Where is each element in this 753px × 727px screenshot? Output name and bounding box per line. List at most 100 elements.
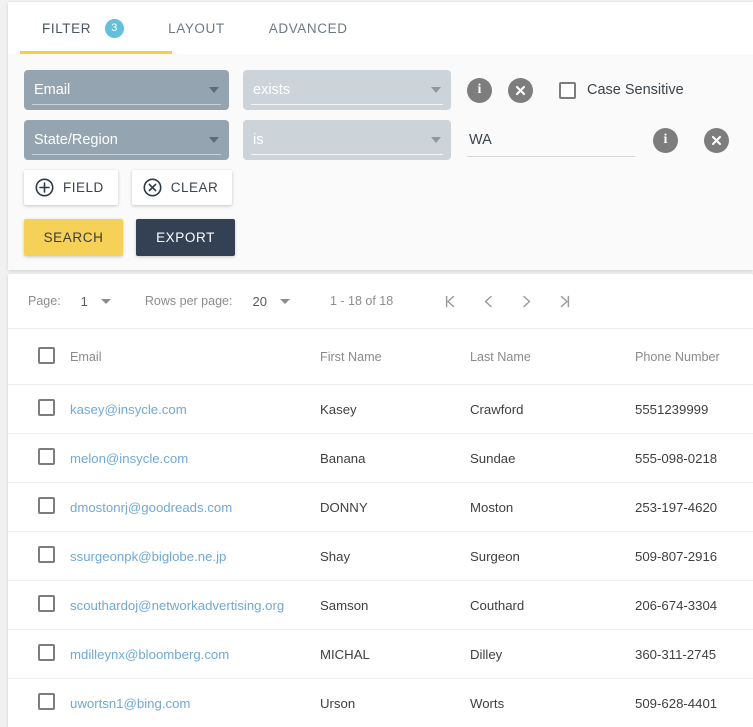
- export-button[interactable]: EXPORT: [136, 219, 235, 256]
- email-link[interactable]: kasey@insycle.com: [70, 402, 187, 417]
- info-icon-2[interactable]: i: [653, 127, 678, 153]
- cell-phone-number: 360-311-2745: [635, 629, 753, 679]
- clear-filters-label: CLEAR: [170, 180, 219, 195]
- table-head: Email First Name Last Name Phone Number: [8, 328, 753, 385]
- tab-filter[interactable]: FILTER 3: [20, 2, 146, 54]
- tab-layout-label: LAYOUT: [168, 20, 225, 36]
- last-page-icon[interactable]: [545, 284, 583, 318]
- email-link[interactable]: melon@insycle.com: [70, 451, 188, 466]
- filter-operator-value-1: exists: [253, 82, 291, 98]
- case-sensitive-label: Case Sensitive: [587, 82, 684, 98]
- table-row: dmostonrj@goodreads.com DONNY Moston 253…: [8, 482, 753, 532]
- table-row: kasey@insycle.com Kasey Crawford 5551239…: [8, 384, 753, 434]
- chevron-down-icon: [431, 137, 441, 143]
- filter-operator-value-2: is: [253, 132, 264, 148]
- row-select-cell: [8, 678, 70, 727]
- app-root: FILTER 3 LAYOUT ADVANCED Email exists i …: [0, 0, 753, 727]
- remove-filter-icon-1[interactable]: [508, 77, 533, 103]
- cell-first-name: DONNY: [320, 482, 470, 532]
- rows-per-page-value: 20: [252, 293, 267, 309]
- previous-page-icon[interactable]: [469, 284, 507, 318]
- filter-field-select-2[interactable]: State/Region: [24, 120, 229, 160]
- select-all-checkbox[interactable]: [38, 346, 55, 364]
- row-select-cell: [8, 433, 70, 483]
- table-row: ssurgeonpk@biglobe.ne.jp Shay Surgeon 50…: [8, 531, 753, 581]
- chevron-down-icon: [209, 87, 219, 93]
- next-page-icon[interactable]: [507, 284, 545, 318]
- filter-field-value-2: State/Region: [34, 132, 118, 148]
- cell-first-name: Kasey: [320, 384, 470, 434]
- cell-last-name: Dilley: [470, 629, 635, 679]
- filter-operator-select-2[interactable]: is: [243, 120, 451, 160]
- row-checkbox[interactable]: [38, 546, 55, 563]
- tab-layout[interactable]: LAYOUT: [146, 2, 247, 54]
- table-row: uwortsn1@bing.com Urson Worts 509-628-44…: [8, 678, 753, 727]
- filter-actions-row: FIELD CLEAR: [24, 170, 737, 205]
- case-sensitive-checkbox[interactable]: [559, 81, 576, 99]
- cell-first-name: Samson: [320, 580, 470, 630]
- row-select-cell: [8, 629, 70, 679]
- email-link[interactable]: uwortsn1@bing.com: [70, 696, 190, 711]
- filter-count-badge: 3: [105, 18, 125, 38]
- page-number-select[interactable]: 1: [81, 294, 111, 309]
- row-select-cell: [8, 384, 70, 434]
- chevron-down-icon: [431, 87, 441, 93]
- filter-operator-select-1[interactable]: exists: [243, 70, 451, 110]
- row-checkbox[interactable]: [38, 448, 55, 465]
- cell-phone-number: 206-674-3304: [635, 580, 753, 630]
- row-select-cell: [8, 531, 70, 581]
- rows-per-page-select[interactable]: 20: [252, 293, 290, 309]
- cell-phone-number: 5551239999: [635, 384, 753, 434]
- cell-phone-number: 509-628-4401: [635, 678, 753, 727]
- header-first-name[interactable]: First Name: [320, 328, 470, 385]
- cell-last-name: Crawford: [470, 384, 635, 434]
- info-icon-1[interactable]: i: [467, 77, 492, 103]
- cell-last-name: Surgeon: [470, 531, 635, 581]
- table-row: melon@insycle.com Banana Sundae 555-098-…: [8, 433, 753, 483]
- add-field-button[interactable]: FIELD: [24, 170, 118, 205]
- row-checkbox[interactable]: [38, 399, 55, 416]
- search-button[interactable]: SEARCH: [24, 219, 123, 256]
- results-table: Email First Name Last Name Phone Number …: [8, 328, 753, 727]
- row-checkbox[interactable]: [38, 595, 55, 612]
- row-checkbox[interactable]: [38, 497, 55, 514]
- page-number-value: 1: [80, 293, 88, 309]
- header-email[interactable]: Email: [70, 328, 320, 385]
- first-page-icon[interactable]: [431, 284, 469, 318]
- header-phone-number[interactable]: Phone Number: [635, 328, 753, 385]
- email-link[interactable]: mdilleynx@bloomberg.com: [70, 647, 229, 662]
- page-label: Page:: [28, 294, 61, 308]
- clear-filters-button[interactable]: CLEAR: [131, 170, 233, 205]
- add-field-label: FIELD: [63, 180, 104, 195]
- row-checkbox[interactable]: [38, 693, 55, 710]
- tab-filter-label: FILTER: [42, 20, 92, 36]
- email-link[interactable]: dmostonrj@goodreads.com: [70, 500, 232, 515]
- table-row: mdilleynx@bloomberg.com MICHAL Dilley 36…: [8, 629, 753, 679]
- cell-last-name: Sundae: [470, 433, 635, 483]
- email-link[interactable]: ssurgeonpk@biglobe.ne.jp: [70, 549, 226, 564]
- remove-filter-icon-2[interactable]: [704, 127, 729, 153]
- cell-first-name: Urson: [320, 678, 470, 727]
- email-link[interactable]: scouthardoj@networkadvertising.org: [70, 598, 284, 613]
- select-underline: [251, 154, 443, 155]
- plus-circle-icon: [35, 178, 63, 197]
- header-last-name[interactable]: Last Name: [470, 328, 635, 385]
- cell-first-name: MICHAL: [320, 629, 470, 679]
- cell-email: melon@insycle.com: [70, 433, 320, 483]
- tab-bar: FILTER 3 LAYOUT ADVANCED: [8, 2, 753, 54]
- filter-body: Email exists i Case Sensitive State/Regi…: [8, 54, 753, 270]
- tab-advanced[interactable]: ADVANCED: [247, 2, 370, 54]
- rows-per-page-label: Rows per page:: [144, 294, 233, 308]
- cell-first-name: Shay: [320, 531, 470, 581]
- table-row: scouthardoj@networkadvertising.org Samso…: [8, 580, 753, 630]
- filter-row-1: Email exists i Case Sensitive: [24, 68, 737, 112]
- chevron-down-icon: [209, 137, 219, 143]
- cell-email: uwortsn1@bing.com: [70, 678, 320, 727]
- table-header-row: Email First Name Last Name Phone Number: [8, 328, 753, 385]
- filter-value-input-2[interactable]: [467, 123, 635, 157]
- cell-phone-number: 555-098-0218: [635, 433, 753, 483]
- filter-row-2: State/Region is i: [24, 118, 737, 162]
- cell-phone-number: 509-807-2916: [635, 531, 753, 581]
- filter-field-select-1[interactable]: Email: [24, 70, 229, 110]
- row-checkbox[interactable]: [38, 644, 55, 661]
